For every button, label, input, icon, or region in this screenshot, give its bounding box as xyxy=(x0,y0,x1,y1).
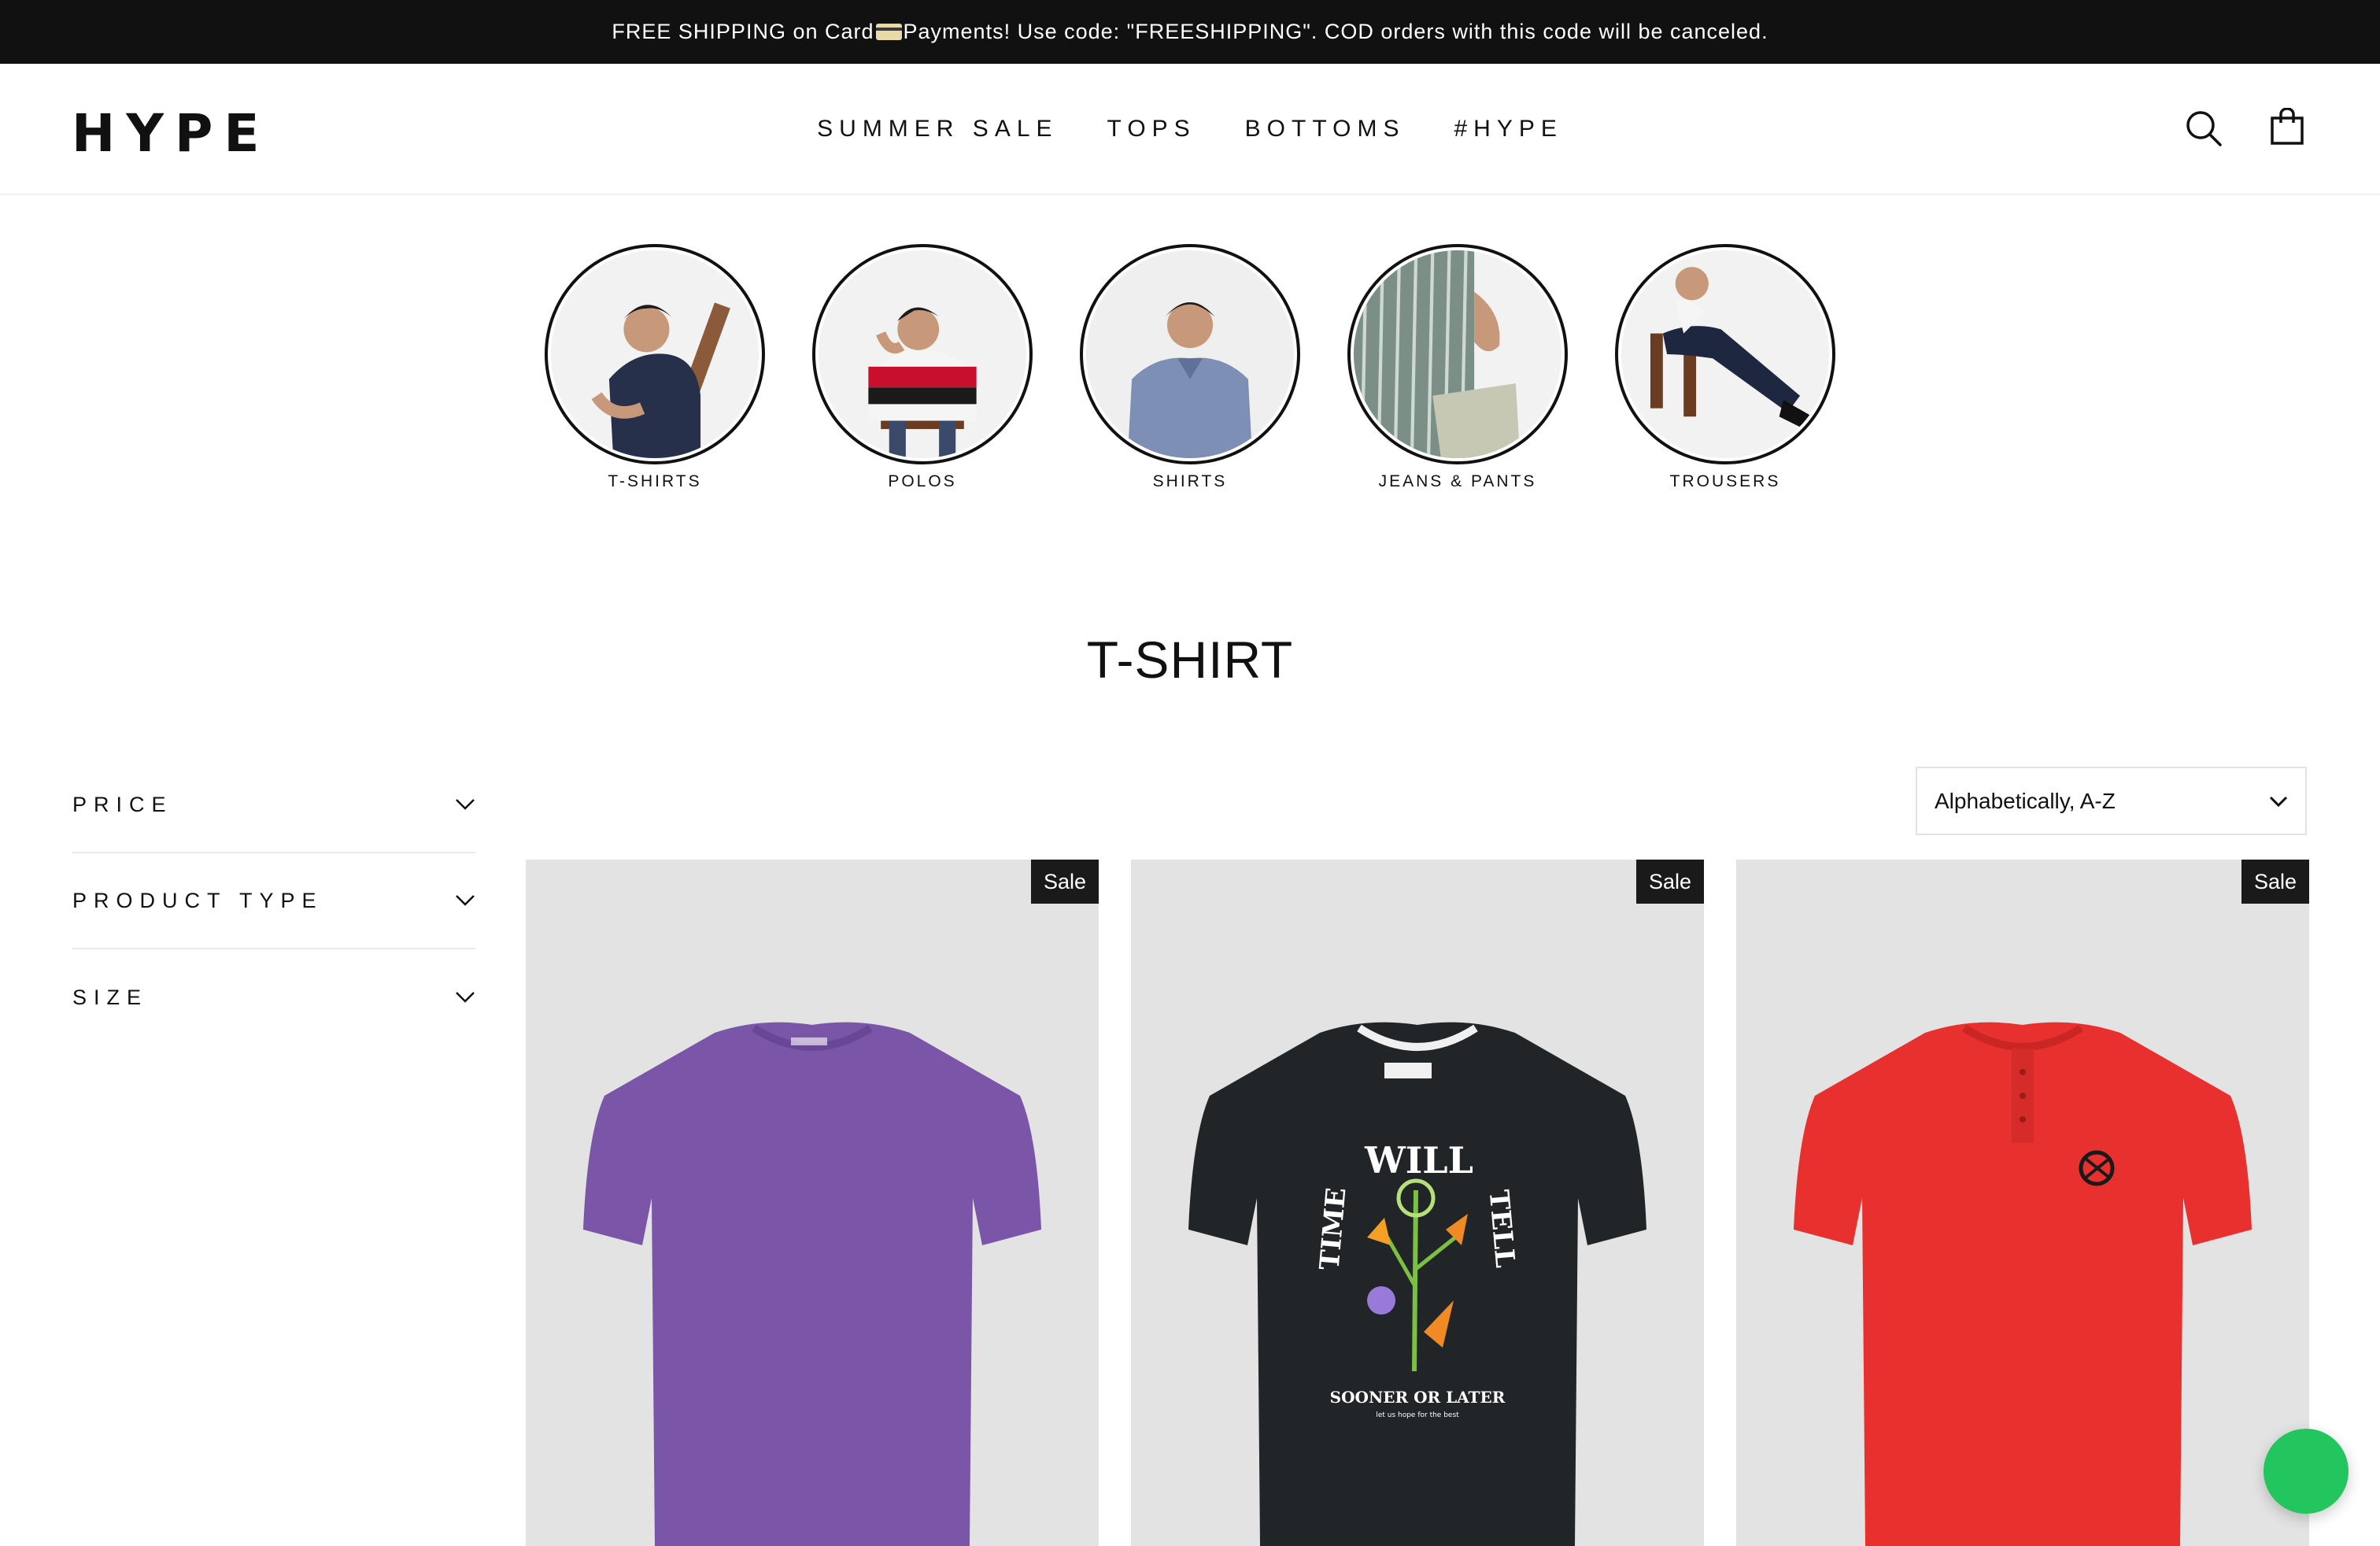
chat-button[interactable] xyxy=(2264,1429,2349,1514)
product-image[interactable]: WILL TIME TELL SOONER OR LATER let us ho… xyxy=(1131,860,1704,1546)
filter-sidebar: PRICE PRODUCT TYPE SIZE xyxy=(72,757,475,1045)
category-image[interactable] xyxy=(545,244,765,464)
tee-print-small: let us hope for the best xyxy=(1376,1411,1459,1419)
filter-label: SIZE xyxy=(72,985,149,1009)
category-image[interactable] xyxy=(812,244,1033,464)
collection-title: T-SHIRT xyxy=(1086,631,1294,689)
category-image[interactable] xyxy=(1080,244,1300,464)
nav-summer-sale[interactable]: SUMMER SALE xyxy=(817,116,1058,142)
filter-size[interactable]: SIZE xyxy=(72,949,475,1045)
category-image[interactable] xyxy=(1615,244,1835,464)
filter-product-type[interactable]: PRODUCT TYPE xyxy=(72,853,475,949)
sale-badge: Sale xyxy=(1030,860,1099,904)
product-card[interactable]: WILL TIME TELL SOONER OR LATER let us ho… xyxy=(1131,860,1704,1546)
announcement-bar: FREE SHIPPING on Card Payments! Use code… xyxy=(0,0,2380,64)
filter-label: PRICE xyxy=(72,792,173,816)
chevron-down-icon xyxy=(2269,796,2288,807)
cart-icon[interactable] xyxy=(2268,108,2306,146)
announcement-text-start: FREE SHIPPING on Card xyxy=(612,20,874,43)
product-image[interactable] xyxy=(1736,860,2309,1546)
credit-card-icon xyxy=(875,24,902,40)
category-carousel: T-SHIRTS POLOS SHIRTS JEANS & PANTS TROU… xyxy=(0,244,2380,504)
nav-tops[interactable]: TOPS xyxy=(1107,116,1196,142)
sale-badge: Sale xyxy=(2241,860,2309,904)
category-image[interactable] xyxy=(1347,244,1568,464)
main-nav: SUMMER SALE TOPS BOTTOMS #HYPE xyxy=(787,64,1593,194)
site-logo[interactable]: HYPE xyxy=(72,108,271,160)
nav-bottoms[interactable]: BOTTOMS xyxy=(1245,116,1406,142)
product-card[interactable]: Sale xyxy=(526,860,1099,1546)
product-card[interactable]: Sale xyxy=(1736,860,2309,1546)
category-jeans-pants[interactable]: JEANS & PANTS xyxy=(1347,244,1568,491)
chevron-down-icon xyxy=(456,799,475,810)
category-label: POLOS xyxy=(888,472,957,490)
category-label: JEANS & PANTS xyxy=(1378,472,1537,490)
filter-price[interactable]: PRICE xyxy=(72,757,475,853)
category-polos[interactable]: POLOS xyxy=(812,244,1033,491)
tee-print-will: WILL xyxy=(1364,1139,1473,1182)
category-label: SHIRTS xyxy=(1152,472,1228,490)
category-trousers[interactable]: TROUSERS xyxy=(1615,244,1835,491)
announcement-text-end: Payments! Use code: "FREESHIPPING". COD … xyxy=(903,20,1768,43)
category-label: T-SHIRTS xyxy=(608,472,702,490)
category-label: TROUSERS xyxy=(1669,472,1781,490)
site-header: HYPE SUMMER SALE TOPS BOTTOMS #HYPE xyxy=(0,64,2380,195)
nav-hype[interactable]: #HYPE xyxy=(1454,116,1562,142)
chevron-down-icon xyxy=(456,895,475,906)
category-tshirts[interactable]: T-SHIRTS xyxy=(545,244,765,491)
tee-print-footer: SOONER OR LATER xyxy=(1330,1388,1506,1407)
sort-selected-value: Alphabetically, A-Z xyxy=(1935,788,2116,813)
chevron-down-icon xyxy=(456,992,475,1003)
sort-select[interactable]: Alphabetically, A-Z xyxy=(1916,767,2307,835)
category-shirts[interactable]: SHIRTS xyxy=(1080,244,1300,491)
product-image[interactable] xyxy=(526,860,1099,1546)
sale-badge: Sale xyxy=(1635,860,1704,904)
search-icon[interactable] xyxy=(2185,109,2223,147)
filter-label: PRODUCT TYPE xyxy=(72,888,323,912)
